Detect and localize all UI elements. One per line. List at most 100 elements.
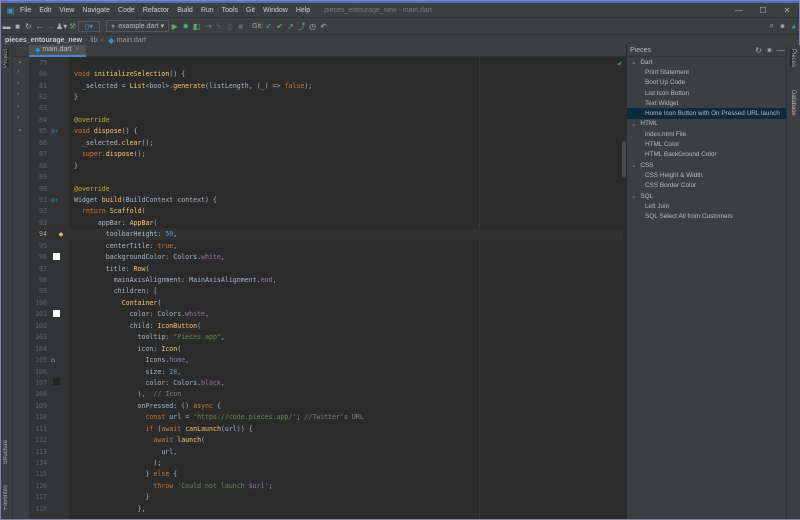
sync-icon[interactable]: ↻ <box>23 22 34 31</box>
attach-icon[interactable]: ◔▾ <box>202 22 213 31</box>
menu-window[interactable]: Window <box>263 7 288 14</box>
menu-git[interactable]: Git <box>246 7 255 14</box>
pieces-item[interactable]: HTML BackGround Color <box>627 150 786 160</box>
pieces-item[interactable]: index.html File <box>627 129 786 139</box>
toolbar: ▬ ■ ↻ ← → ♟▾ ⚒ ▯▾ ● example.dart ▾ ▶ ✹ ◧ … <box>1 17 799 34</box>
pieces-item[interactable]: Boot Up Code <box>627 78 786 88</box>
line-number: 94 <box>39 230 47 239</box>
gear-icon[interactable]: ✷ <box>764 46 775 55</box>
pieces-category[interactable]: ⌄ HTML <box>627 119 786 129</box>
tree-toggle[interactable]: ⌄ <box>13 125 29 136</box>
line-number: 92 <box>39 207 47 216</box>
device-icon[interactable]: ▯ <box>224 22 235 31</box>
code-line: 110 const url = 'https://code.pieces.app… <box>29 412 623 423</box>
line-number: 89 <box>39 173 47 182</box>
breadcrumb-file[interactable]: main.dart <box>117 37 146 44</box>
line-number: 96 <box>39 253 47 262</box>
code-editor[interactable]: 79 80 void initializeSelection() {81 _sele… <box>29 57 623 519</box>
menu-view[interactable]: View <box>59 7 74 14</box>
history-icon[interactable]: ◷ <box>307 22 318 31</box>
pieces-item[interactable]: CSS Height & Width <box>627 170 786 180</box>
pieces-item[interactable]: SQL Select All from Customers <box>627 211 786 221</box>
run-icon[interactable]: ▶ <box>169 22 180 31</box>
code-line: 108 ), // Icon <box>29 389 623 400</box>
code-text: Container( <box>74 298 162 307</box>
pieces-category[interactable]: ⌄ Dart <box>627 57 786 67</box>
pieces-item[interactable]: HTML Color <box>627 139 786 149</box>
open-folder-icon[interactable]: ▬ <box>1 22 12 31</box>
pieces-item[interactable]: Left Join <box>627 201 786 211</box>
tree-toggle[interactable]: › <box>13 103 29 114</box>
menu-tools[interactable]: Tools <box>222 7 238 14</box>
rollback-icon[interactable]: ↶ <box>318 22 329 31</box>
menu-help[interactable]: Help <box>296 7 310 14</box>
pieces-item[interactable]: List Icon Button <box>627 88 786 98</box>
code-line: 115 } else { <box>29 469 623 480</box>
git-commit-icon[interactable]: ✔ <box>274 22 285 31</box>
project-tool-button[interactable]: Project <box>3 49 9 68</box>
breadcrumb-lib[interactable]: lib <box>90 37 97 44</box>
code-line: 86 _selected.clear(); <box>29 137 623 148</box>
menu-file[interactable]: File <box>20 7 31 14</box>
breadcrumb-project[interactable]: pieces_entourage_new <box>5 37 82 44</box>
menu-run[interactable]: Run <box>201 7 214 14</box>
device-selector[interactable]: ▯▾ <box>78 20 100 32</box>
menu-edit[interactable]: Edit <box>39 7 51 14</box>
menu-code[interactable]: Code <box>118 7 135 14</box>
database-tool-button[interactable]: Database <box>790 90 796 116</box>
menu-build[interactable]: Build <box>177 7 193 14</box>
pieces-tool-button[interactable]: Pieces <box>790 49 796 68</box>
settings-gear-icon[interactable]: ✷ <box>777 22 788 31</box>
pieces-logo-icon[interactable]: ◕ <box>788 22 799 31</box>
code-text: color: Colors.black, <box>74 378 225 387</box>
git-push-icon[interactable]: ↗ <box>285 22 296 31</box>
pieces-item[interactable]: Text Widget <box>627 98 786 108</box>
code-text: await launch( <box>74 436 206 445</box>
code-line: 81 _selected = List<bool>.generate(listL… <box>29 80 623 91</box>
code-text: }, <box>74 504 146 513</box>
maximize-icon[interactable]: ☐ <box>751 6 775 15</box>
build-hammer-icon[interactable]: ⚒ <box>67 22 78 31</box>
menu-navigate[interactable]: Navigate <box>82 7 110 14</box>
tree-toggle[interactable]: ⌄ <box>13 57 29 68</box>
pieces-category[interactable]: ⌄ SQL <box>627 191 786 201</box>
code-line: 103 tooltip: "Pieces.app", <box>29 332 623 343</box>
favorites-tool-button[interactable]: Favorites <box>3 485 9 510</box>
pieces-category[interactable]: ⌄ CSS <box>627 160 786 170</box>
git-update-icon[interactable]: ✔ <box>263 22 274 31</box>
structure-tool-button[interactable]: Structure <box>3 440 9 464</box>
refresh-icon[interactable]: ↻ <box>753 46 764 55</box>
tab-close-icon[interactable]: × <box>76 46 80 53</box>
save-icon[interactable]: ■ <box>12 22 23 31</box>
code-text: void dispose() { <box>74 127 138 136</box>
line-number: 84 <box>39 115 47 124</box>
user-icon[interactable]: ♟▾ <box>56 22 67 31</box>
menu-refactor[interactable]: Refactor <box>143 7 169 14</box>
run-config-select[interactable]: ● example.dart ▾ <box>106 20 170 32</box>
code-line: 88} <box>29 160 623 171</box>
code-text: Widget build(BuildContext context) { <box>74 195 217 204</box>
forward-icon[interactable]: → <box>45 22 56 31</box>
minimize-panel-icon[interactable]: — <box>775 46 786 55</box>
code-text: } <box>74 493 150 502</box>
tab-main-dart[interactable]: ◆ main.dart × <box>29 44 86 57</box>
profile-icon[interactable]: ◧ <box>191 22 202 31</box>
lightbulb-icon[interactable]: ● <box>51 230 69 238</box>
tree-toggle[interactable]: › <box>13 68 29 79</box>
git-merge-icon[interactable]: ⤴ <box>296 21 307 32</box>
line-number: 114 <box>35 459 47 468</box>
pieces-item[interactable]: CSS Border Color <box>627 181 786 191</box>
stop-icon[interactable]: ■ <box>235 22 246 31</box>
back-icon[interactable]: ← <box>34 22 45 31</box>
tree-toggle[interactable]: › <box>13 80 29 91</box>
tree-toggle[interactable]: › <box>13 114 29 125</box>
debug-icon[interactable]: ✹ <box>180 22 191 31</box>
code-text: if (await canLaunch(url)) { <box>74 424 253 433</box>
tree-toggle[interactable]: › <box>13 91 29 102</box>
minimize-icon[interactable]: — <box>727 6 751 15</box>
hot-reload-icon[interactable]: ϟ <box>213 22 224 31</box>
search-icon[interactable]: ⌕ <box>766 21 777 31</box>
pieces-item[interactable]: Home Icon Button with On Pressed URL lau… <box>627 108 786 119</box>
close-icon[interactable]: ✕ <box>775 6 799 15</box>
pieces-item[interactable]: Print Statement <box>627 67 786 77</box>
